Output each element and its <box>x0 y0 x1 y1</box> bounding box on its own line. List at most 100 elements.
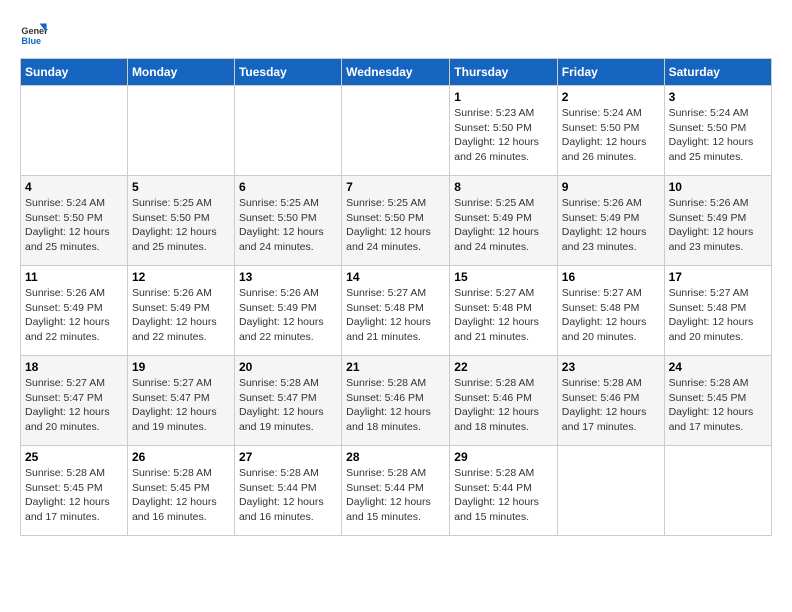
page-header: General Blue <box>20 20 772 48</box>
calendar-cell: 1 Sunrise: 5:23 AM Sunset: 5:50 PM Daylig… <box>450 86 558 176</box>
calendar-cell: 16Sunrise: 5:27 AM Sunset: 5:48 PM Dayli… <box>557 266 664 356</box>
day-number: 28 <box>346 450 445 464</box>
calendar-cell: 5 Sunrise: 5:25 AM Sunset: 5:50 PM Daylig… <box>127 176 234 266</box>
calendar-cell: 22 Sunrise: 5:28 AM Sunset: 5:46 PM Dayli… <box>450 356 558 446</box>
calendar-cell: 23 Sunrise: 5:28 AM Sunset: 5:46 PM Dayli… <box>557 356 664 446</box>
day-info: Sunrise: 5:28 AM Sunset: 5:45 PM Dayligh… <box>669 376 767 435</box>
day-number: 1 <box>454 90 553 104</box>
day-info: Sunrise: 5:28 AM Sunset: 5:46 PM Dayligh… <box>346 376 445 435</box>
day-number: 13 <box>239 270 337 284</box>
svg-text:Blue: Blue <box>21 36 41 46</box>
day-info: Sunrise: 5:23 AM Sunset: 5:50 PM Dayligh… <box>454 106 553 165</box>
day-number: 11 <box>25 270 123 284</box>
calendar-table: SundayMondayTuesdayWednesdayThursdayFrid… <box>20 58 772 536</box>
weekday-header-tuesday: Tuesday <box>234 59 341 86</box>
calendar-cell: 17 Sunrise: 5:27 AM Sunset: 5:48 PM Dayli… <box>664 266 771 356</box>
day-info: Sunrise: 5:27 AM Sunset: 5:47 PM Dayligh… <box>132 376 230 435</box>
day-info: Sunrise: 5:26 AM Sunset: 5:49 PM Dayligh… <box>669 196 767 255</box>
day-info: Sunrise: 5:28 AM Sunset: 5:46 PM Dayligh… <box>454 376 553 435</box>
calendar-cell: 15 Sunrise: 5:27 AM Sunset: 5:48 PM Dayli… <box>450 266 558 356</box>
calendar-week-4: 18 Sunrise: 5:27 AM Sunset: 5:47 PM Dayli… <box>21 356 772 446</box>
day-info: Sunrise: 5:28 AM Sunset: 5:47 PM Dayligh… <box>239 376 337 435</box>
day-info: Sunrise: 5:26 AM Sunset: 5:49 PM Dayligh… <box>25 286 123 345</box>
calendar-cell: 18 Sunrise: 5:27 AM Sunset: 5:47 PM Dayli… <box>21 356 128 446</box>
weekday-header-saturday: Saturday <box>664 59 771 86</box>
calendar-cell: 2Sunrise: 5:24 AM Sunset: 5:50 PM Daylig… <box>557 86 664 176</box>
day-info: Sunrise: 5:24 AM Sunset: 5:50 PM Dayligh… <box>25 196 123 255</box>
calendar-week-3: 11 Sunrise: 5:26 AM Sunset: 5:49 PM Dayli… <box>21 266 772 356</box>
day-info: Sunrise: 5:28 AM Sunset: 5:44 PM Dayligh… <box>239 466 337 525</box>
calendar-cell <box>127 86 234 176</box>
day-number: 20 <box>239 360 337 374</box>
day-number: 4 <box>25 180 123 194</box>
day-number: 21 <box>346 360 445 374</box>
day-number: 19 <box>132 360 230 374</box>
calendar-cell: 7Sunrise: 5:25 AM Sunset: 5:50 PM Daylig… <box>342 176 450 266</box>
calendar-cell: 26 Sunrise: 5:28 AM Sunset: 5:45 PM Dayli… <box>127 446 234 536</box>
day-number: 5 <box>132 180 230 194</box>
calendar-week-2: 4 Sunrise: 5:24 AM Sunset: 5:50 PM Daylig… <box>21 176 772 266</box>
day-info: Sunrise: 5:27 AM Sunset: 5:48 PM Dayligh… <box>454 286 553 345</box>
day-info: Sunrise: 5:27 AM Sunset: 5:48 PM Dayligh… <box>346 286 445 345</box>
calendar-cell: 21 Sunrise: 5:28 AM Sunset: 5:46 PM Dayli… <box>342 356 450 446</box>
calendar-cell: 4 Sunrise: 5:24 AM Sunset: 5:50 PM Daylig… <box>21 176 128 266</box>
calendar-cell: 20 Sunrise: 5:28 AM Sunset: 5:47 PM Dayli… <box>234 356 341 446</box>
day-info: Sunrise: 5:24 AM Sunset: 5:50 PM Dayligh… <box>669 106 767 165</box>
day-info: Sunrise: 5:27 AM Sunset: 5:48 PM Dayligh… <box>562 286 660 345</box>
weekday-header-sunday: Sunday <box>21 59 128 86</box>
day-info: Sunrise: 5:26 AM Sunset: 5:49 PM Dayligh… <box>132 286 230 345</box>
calendar-cell: 12 Sunrise: 5:26 AM Sunset: 5:49 PM Dayli… <box>127 266 234 356</box>
day-info: Sunrise: 5:28 AM Sunset: 5:46 PM Dayligh… <box>562 376 660 435</box>
day-number: 8 <box>454 180 553 194</box>
weekday-header-friday: Friday <box>557 59 664 86</box>
weekday-header-thursday: Thursday <box>450 59 558 86</box>
day-number: 7 <box>346 180 445 194</box>
day-number: 18 <box>25 360 123 374</box>
day-number: 14 <box>346 270 445 284</box>
calendar-cell: 3 Sunrise: 5:24 AM Sunset: 5:50 PM Daylig… <box>664 86 771 176</box>
day-number: 27 <box>239 450 337 464</box>
calendar-cell <box>234 86 341 176</box>
day-number: 22 <box>454 360 553 374</box>
day-number: 26 <box>132 450 230 464</box>
day-info: Sunrise: 5:28 AM Sunset: 5:45 PM Dayligh… <box>132 466 230 525</box>
day-number: 17 <box>669 270 767 284</box>
day-number: 23 <box>562 360 660 374</box>
day-number: 29 <box>454 450 553 464</box>
calendar-cell: 28Sunrise: 5:28 AM Sunset: 5:44 PM Dayli… <box>342 446 450 536</box>
calendar-cell: 11 Sunrise: 5:26 AM Sunset: 5:49 PM Dayli… <box>21 266 128 356</box>
day-info: Sunrise: 5:25 AM Sunset: 5:49 PM Dayligh… <box>454 196 553 255</box>
day-info: Sunrise: 5:28 AM Sunset: 5:44 PM Dayligh… <box>454 466 553 525</box>
calendar-cell: 29 Sunrise: 5:28 AM Sunset: 5:44 PM Dayli… <box>450 446 558 536</box>
calendar-cell: 13 Sunrise: 5:26 AM Sunset: 5:49 PM Dayli… <box>234 266 341 356</box>
day-number: 2 <box>562 90 660 104</box>
day-number: 10 <box>669 180 767 194</box>
day-info: Sunrise: 5:26 AM Sunset: 5:49 PM Dayligh… <box>239 286 337 345</box>
calendar-week-1: 1 Sunrise: 5:23 AM Sunset: 5:50 PM Daylig… <box>21 86 772 176</box>
day-number: 12 <box>132 270 230 284</box>
day-number: 3 <box>669 90 767 104</box>
calendar-cell <box>342 86 450 176</box>
day-number: 25 <box>25 450 123 464</box>
day-info: Sunrise: 5:27 AM Sunset: 5:48 PM Dayligh… <box>669 286 767 345</box>
calendar-week-5: 25 Sunrise: 5:28 AM Sunset: 5:45 PM Dayli… <box>21 446 772 536</box>
day-info: Sunrise: 5:26 AM Sunset: 5:49 PM Dayligh… <box>562 196 660 255</box>
day-info: Sunrise: 5:28 AM Sunset: 5:45 PM Dayligh… <box>25 466 123 525</box>
calendar-cell: 24 Sunrise: 5:28 AM Sunset: 5:45 PM Dayli… <box>664 356 771 446</box>
calendar-cell: 10 Sunrise: 5:26 AM Sunset: 5:49 PM Dayli… <box>664 176 771 266</box>
calendar-cell <box>21 86 128 176</box>
day-info: Sunrise: 5:25 AM Sunset: 5:50 PM Dayligh… <box>132 196 230 255</box>
logo: General Blue <box>20 20 52 48</box>
calendar-cell: 14 Sunrise: 5:27 AM Sunset: 5:48 PM Dayli… <box>342 266 450 356</box>
calendar-cell: 25 Sunrise: 5:28 AM Sunset: 5:45 PM Dayli… <box>21 446 128 536</box>
day-info: Sunrise: 5:27 AM Sunset: 5:47 PM Dayligh… <box>25 376 123 435</box>
calendar-cell: 19 Sunrise: 5:27 AM Sunset: 5:47 PM Dayli… <box>127 356 234 446</box>
calendar-cell <box>557 446 664 536</box>
day-number: 15 <box>454 270 553 284</box>
day-number: 24 <box>669 360 767 374</box>
weekday-header-wednesday: Wednesday <box>342 59 450 86</box>
day-number: 6 <box>239 180 337 194</box>
calendar-cell <box>664 446 771 536</box>
calendar-cell: 9Sunrise: 5:26 AM Sunset: 5:49 PM Daylig… <box>557 176 664 266</box>
calendar-cell: 27 Sunrise: 5:28 AM Sunset: 5:44 PM Dayli… <box>234 446 341 536</box>
